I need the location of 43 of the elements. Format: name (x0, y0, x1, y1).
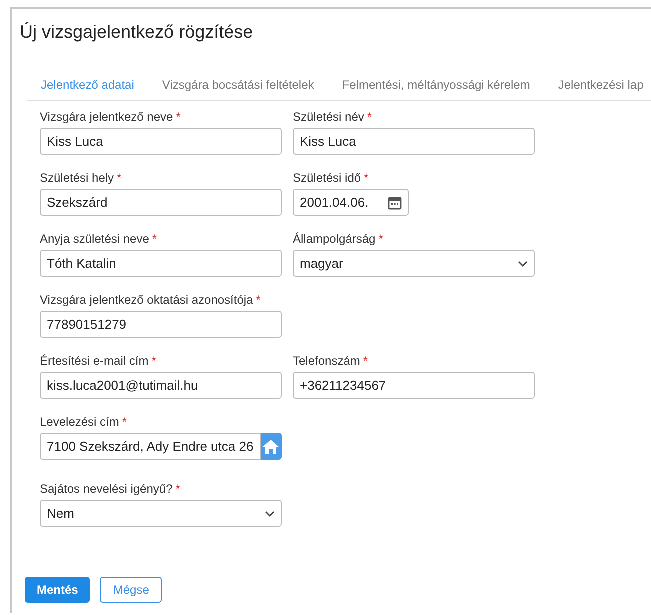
tab[interactable]: Felmentési, méltányossági kérelem (328, 78, 544, 92)
chevron-down-icon (265, 510, 275, 516)
select-field[interactable]: magyar (293, 250, 535, 277)
chevron-down-icon (518, 260, 528, 266)
field-label: Születési idő (293, 171, 362, 185)
home-icon (263, 440, 280, 454)
input-field[interactable]: Tóth Katalin (40, 250, 282, 277)
field-label: Vizsgára jelentkező neve (40, 110, 174, 124)
input-field[interactable]: 77890151279 (40, 311, 282, 338)
field-label: Értesítési e-mail cím (40, 354, 149, 368)
field-label: Születési név (293, 110, 364, 124)
required-mark: * (152, 232, 158, 246)
save-button[interactable]: Mentés (25, 577, 90, 603)
field-label: Születési hely (40, 171, 114, 185)
input-field[interactable]: Szekszárd (40, 189, 282, 216)
required-mark: * (367, 110, 372, 124)
field-label: Állampolgárság (293, 232, 376, 246)
field-label: Vizsgára jelentkező oktatási azonosítója (40, 293, 254, 307)
input-field[interactable]: Kiss Luca (40, 128, 282, 155)
home-button[interactable] (260, 433, 282, 460)
select-field[interactable]: Nem (40, 500, 282, 527)
input-field[interactable]: kiss.luca2001@tutimail.hu (40, 372, 282, 399)
required-mark: * (117, 171, 122, 185)
tab[interactable]: Jelentkezési lap (544, 78, 651, 92)
field-label: Levelezési cím (40, 415, 120, 429)
required-mark: * (364, 171, 369, 185)
field-label: Anyja születési neve (40, 232, 150, 246)
required-mark: * (122, 415, 128, 429)
date-field[interactable]: 2001.04.06. (293, 189, 409, 216)
input-field[interactable]: +36211234567 (293, 372, 535, 399)
input-field[interactable]: 7100 Szekszárd, Ady Endre utca 26 (40, 433, 261, 460)
required-mark: * (256, 293, 261, 307)
calendar-icon[interactable] (388, 196, 402, 210)
dialog-title: Új vizsgajelentkező rögzítése (19, 21, 254, 44)
tab[interactable]: Vizsgára bocsátási feltételek (148, 78, 328, 92)
field-label: Telefonszám (293, 354, 360, 368)
required-mark: * (152, 354, 156, 368)
field-label: Sajátos nevelési igényű? (40, 482, 173, 496)
required-mark: * (378, 232, 384, 246)
required-mark: * (176, 110, 181, 124)
required-mark: * (363, 354, 368, 368)
required-mark: * (176, 482, 180, 496)
input-field[interactable]: Kiss Luca (293, 128, 535, 155)
